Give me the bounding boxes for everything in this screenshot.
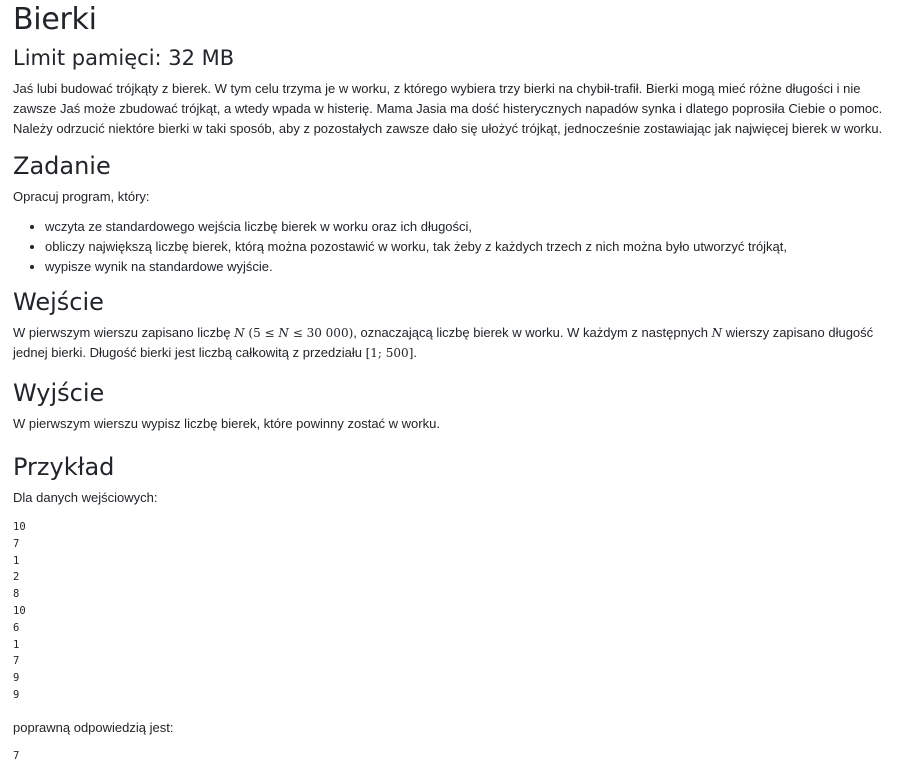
problem-statement: Bierki Limit pamięci: 32 MB Jaś lubi bud… bbox=[0, 2, 901, 765]
math-interval: [1; 500] bbox=[365, 346, 414, 360]
example-heading: Przykład bbox=[13, 453, 115, 481]
page-title: Bierki bbox=[13, 2, 97, 37]
input-text-4: . bbox=[413, 345, 417, 360]
memory-limit: Limit pamięci: 32 MB bbox=[13, 46, 235, 70]
list-item: wczyta ze standardowego wejścia liczbę b… bbox=[45, 217, 888, 237]
input-text-2: , oznaczającą liczbę bierek w worku. W k… bbox=[353, 325, 712, 340]
list-item: wypisze wynik na standardowe wyjście. bbox=[45, 257, 888, 277]
output-paragraph: W pierwszym wierszu wypisz liczbę bierek… bbox=[13, 416, 440, 431]
list-item: obliczy największą liczbę bierek, którą … bbox=[45, 237, 888, 257]
math-n: N (5 ≤ N ≤ 30 000) bbox=[234, 326, 354, 340]
intro-paragraph: Jaś lubi budować trójkąty z bierek. W ty… bbox=[13, 81, 883, 136]
math-n-2: N bbox=[711, 326, 723, 340]
input-text-1: W pierwszym wierszu zapisano liczbę bbox=[13, 325, 235, 340]
example-input-lead: Dla danych wejściowych: bbox=[13, 490, 158, 505]
input-heading: Wejście bbox=[13, 288, 104, 316]
output-heading: Wyjście bbox=[13, 379, 105, 407]
task-heading: Zadanie bbox=[13, 152, 111, 180]
example-input-code: 10 7 1 2 8 10 6 1 7 9 9 bbox=[13, 521, 26, 701]
task-lead: Opracuj program, który: bbox=[13, 189, 150, 204]
example-answer-lead: poprawną odpowiedzią jest: bbox=[13, 719, 174, 735]
input-paragraph: W pierwszym wierszu zapisano liczbę N (5… bbox=[13, 323, 888, 363]
example-answer-code: 7 bbox=[13, 749, 20, 762]
task-list: wczyta ze standardowego wejścia liczbę b… bbox=[13, 217, 888, 277]
